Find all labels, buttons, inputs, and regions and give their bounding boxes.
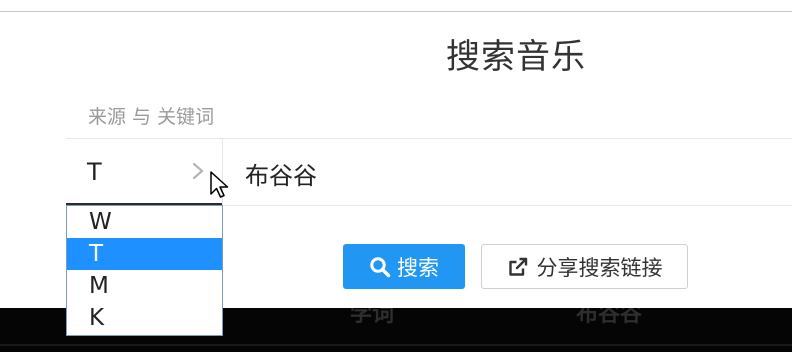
source-dropdown-list: W T M K bbox=[66, 205, 223, 336]
chevron-right-icon bbox=[192, 162, 204, 180]
bottom-bar-item: 学词 bbox=[350, 308, 395, 327]
external-link-icon bbox=[508, 257, 527, 276]
page-title: 搜索音乐 bbox=[446, 37, 586, 77]
mouse-cursor-icon bbox=[210, 171, 229, 198]
source-select-value: T bbox=[87, 158, 102, 186]
source-keyword-label: 来源 与 关键词 bbox=[88, 106, 215, 128]
source-option-k[interactable]: K bbox=[67, 302, 222, 334]
search-music-page: 搜索音乐 来源 与 关键词 T W T M K 搜索 分享搜索链接 学词 布谷谷 bbox=[0, 0, 792, 352]
bottom-bar-item: 布谷谷 bbox=[576, 308, 643, 327]
search-button-label: 搜索 bbox=[397, 255, 439, 280]
search-button[interactable]: 搜索 bbox=[343, 244, 465, 289]
search-icon bbox=[370, 256, 391, 277]
share-button-label: 分享搜索链接 bbox=[536, 255, 663, 280]
source-option-w[interactable]: W bbox=[67, 206, 222, 238]
source-select[interactable]: T bbox=[66, 139, 222, 205]
share-search-link-button[interactable]: 分享搜索链接 bbox=[481, 244, 688, 289]
source-option-m[interactable]: M bbox=[67, 270, 222, 302]
keyword-input[interactable] bbox=[230, 150, 770, 196]
source-option-t[interactable]: T bbox=[67, 238, 222, 270]
bottom-bar-divider bbox=[0, 344, 792, 346]
top-divider bbox=[0, 11, 792, 12]
row-divider-bottom bbox=[222, 205, 792, 206]
